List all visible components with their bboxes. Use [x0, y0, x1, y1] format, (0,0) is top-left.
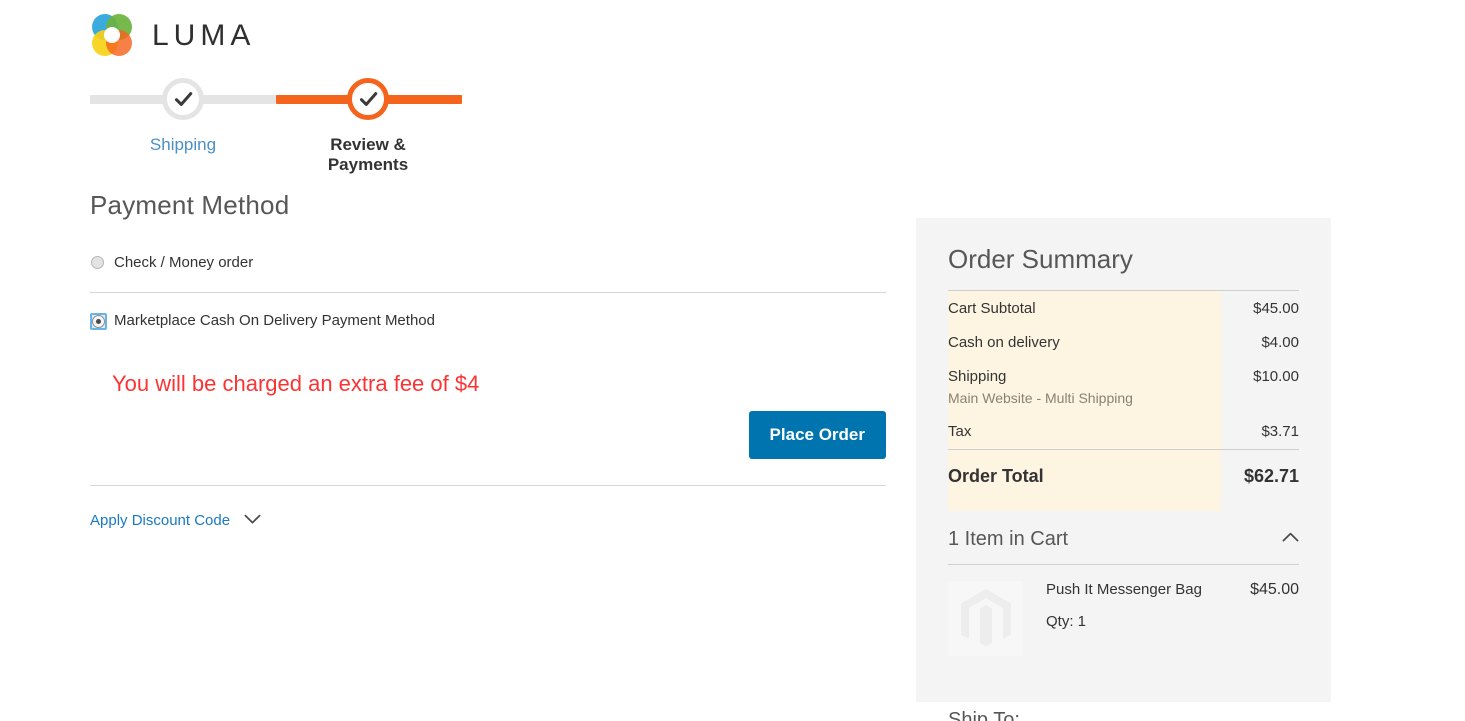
- product-thumbnail: [948, 581, 1023, 656]
- progress-label-shipping[interactable]: Shipping: [128, 135, 238, 155]
- progress-step-shipping[interactable]: Shipping: [128, 78, 238, 155]
- product-details: Push It Messenger Bag Qty: 1 $45.00: [1023, 581, 1299, 656]
- progress-bullet-review-payments: [347, 78, 389, 120]
- ship-to-heading: Ship To:: [948, 709, 1020, 721]
- checkout-progress-bar: Shipping Review & Payments: [90, 78, 462, 174]
- total-label: Cash on delivery: [948, 334, 1060, 351]
- chevron-up-icon[interactable]: [1282, 530, 1299, 548]
- table-row: Tax $3.71: [948, 415, 1299, 450]
- magento-placeholder-icon: [960, 588, 1011, 646]
- payment-option-marketplace-cod[interactable]: Marketplace Cash On Delivery Payment Met…: [90, 293, 886, 350]
- place-order-action-row: Place Order: [90, 411, 886, 485]
- progress-step-review-payments[interactable]: Review & Payments: [313, 78, 423, 175]
- table-row: Cash on delivery $4.00: [948, 326, 1299, 360]
- payment-option-check-money-order[interactable]: Check / Money order: [90, 254, 886, 292]
- fee-warning-message: You will be charged an extra fee of $4: [112, 371, 480, 396]
- total-label: Shipping: [948, 368, 1007, 385]
- total-amount: $10.00: [1253, 368, 1299, 385]
- product-price: $45.00: [1250, 581, 1299, 598]
- product-text-block: Push It Messenger Bag Qty: 1: [1046, 581, 1202, 656]
- page-title: Payment Method: [90, 190, 290, 220]
- total-label-shipping: Shipping Main Website - Multi Shipping: [948, 360, 1218, 415]
- progress-bullet-shipping: [162, 78, 204, 120]
- total-amount: $3.71: [1261, 423, 1299, 440]
- cart-items-toggle[interactable]: 1 Item in Cart: [948, 511, 1299, 565]
- site-logo[interactable]: LUMA: [88, 12, 255, 60]
- place-order-button[interactable]: Place Order: [748, 411, 886, 459]
- chevron-down-icon[interactable]: [244, 512, 261, 530]
- payment-option-label[interactable]: Marketplace Cash On Delivery Payment Met…: [114, 312, 435, 330]
- radio-dot: [92, 315, 105, 328]
- apply-discount-code-toggle[interactable]: Apply Discount Code: [90, 512, 886, 530]
- product-name: Push It Messenger Bag: [1046, 581, 1202, 598]
- cart-items-count-label: 1 Item in Cart: [948, 528, 1069, 550]
- table-row: Shipping Main Website - Multi Shipping $…: [948, 360, 1299, 415]
- table-row-grand-total: Order Total $62.71: [948, 449, 1299, 511]
- total-label: Tax: [948, 423, 972, 440]
- grand-total-amount: $62.71: [1218, 449, 1299, 511]
- payment-option-label[interactable]: Check / Money order: [114, 254, 253, 272]
- radio-check-money-order[interactable]: [90, 255, 107, 272]
- apply-discount-code-label[interactable]: Apply Discount Code: [90, 512, 230, 530]
- total-amount: $45.00: [1218, 290, 1299, 326]
- total-label: Cart Subtotal: [948, 290, 1219, 326]
- progress-label-review-payments[interactable]: Review & Payments: [313, 135, 423, 175]
- radio-dot: [91, 256, 104, 269]
- radio-marketplace-cod[interactable]: [90, 313, 107, 330]
- product-qty: Qty: 1: [1046, 613, 1087, 630]
- order-totals-table: Cart Subtotal $45.00 Cash on delivery $4…: [948, 290, 1299, 511]
- list-item: Push It Messenger Bag Qty: 1 $45.00: [948, 565, 1299, 702]
- luma-logo-text: LUMA: [152, 19, 256, 52]
- grand-total-label: Order Total: [948, 449, 1219, 511]
- order-summary-panel: Order Summary Cart Subtotal $45.00 Cash …: [916, 218, 1331, 702]
- order-summary-title: Order Summary: [948, 244, 1133, 274]
- table-row: Cart Subtotal $45.00: [948, 290, 1299, 326]
- discount-divider: [90, 485, 886, 486]
- check-icon: [174, 91, 192, 106]
- shipping-method-note: Main Website - Multi Shipping: [948, 390, 1133, 406]
- order-totals-wrap: Cart Subtotal $45.00 Cash on delivery $4…: [948, 290, 1299, 511]
- check-icon: [359, 91, 377, 106]
- luma-logo-icon: [92, 14, 132, 56]
- payment-method-section: Payment Method Check / Money order Marke…: [90, 190, 886, 530]
- total-amount: $4.00: [1261, 334, 1299, 351]
- checkout-page: LUMA Shipping Review & Payments Payment …: [0, 0, 1465, 721]
